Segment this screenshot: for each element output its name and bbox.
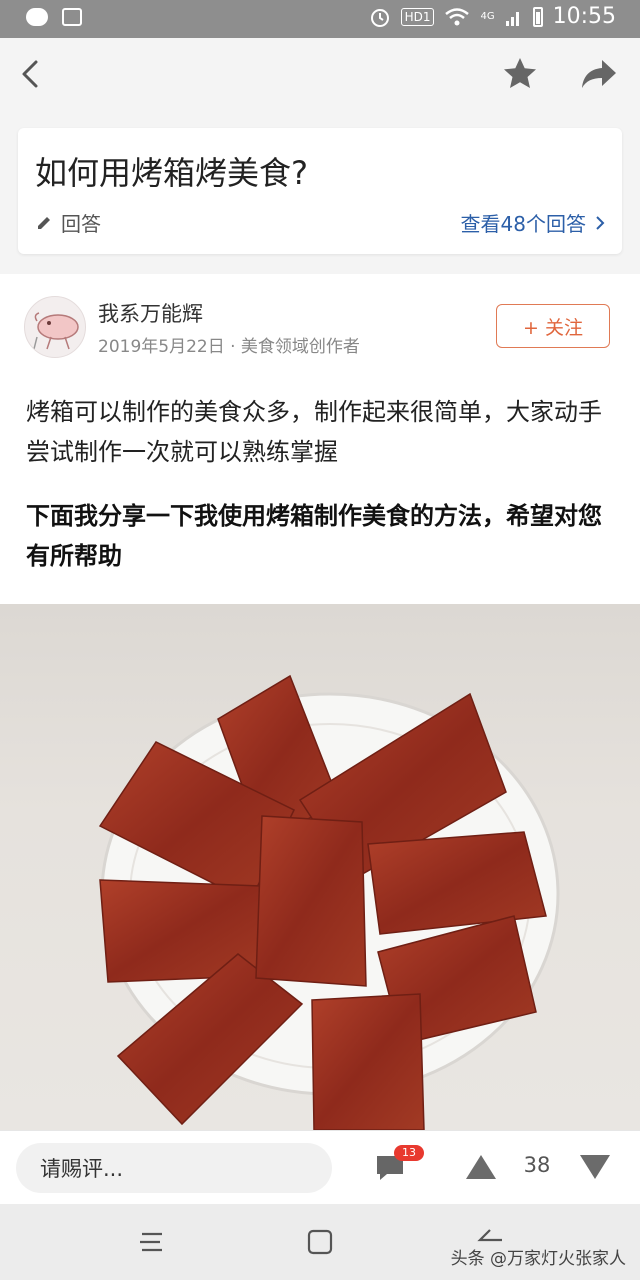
back-arrow-icon[interactable] bbox=[14, 56, 50, 92]
pencil-icon bbox=[38, 216, 50, 229]
system-nav-bar: 头条 @万家灯火张家人 bbox=[0, 1204, 640, 1280]
comment-count-badge: 13 bbox=[394, 1145, 424, 1161]
top-nav bbox=[0, 38, 640, 112]
upvote-triangle-icon[interactable] bbox=[464, 1153, 498, 1181]
comment-input[interactable]: 请赐评... bbox=[16, 1143, 332, 1193]
favorite-star-icon[interactable] bbox=[500, 54, 540, 94]
home-icon[interactable] bbox=[306, 1228, 334, 1256]
question-card[interactable]: 如何用烤箱烤美食? 回答 查看48个回答 bbox=[18, 128, 622, 254]
answer-button[interactable]: 回答 bbox=[35, 208, 101, 237]
food-photo[interactable] bbox=[0, 604, 640, 1130]
answer-label: 回答 bbox=[61, 212, 101, 236]
view-answers-link[interactable]: 查看48个回答 bbox=[461, 208, 606, 237]
clock: 10:55 bbox=[552, 4, 616, 29]
answer-paragraph: 烤箱可以制作的美食众多，制作起来很简单，大家动手尝试制作一次就可以熟练掌握 bbox=[26, 398, 602, 466]
answer-bold-paragraph: 下面我分享一下我使用烤箱制作美食的方法，希望对您有所帮助 bbox=[26, 502, 602, 570]
avatar-image bbox=[32, 312, 79, 354]
share-icon[interactable] bbox=[578, 56, 620, 92]
hd-badge: HD1 bbox=[400, 7, 435, 26]
wechat-icon bbox=[26, 8, 48, 26]
author-name[interactable]: 我系万能辉 bbox=[98, 298, 203, 328]
watermark: 头条 @万家灯火张家人 bbox=[450, 1249, 626, 1269]
jerky-plate-image bbox=[98, 674, 560, 1130]
recent-apps-icon[interactable] bbox=[136, 1230, 166, 1254]
wifi-icon bbox=[445, 7, 470, 25]
question-title: 如何用烤箱烤美食? bbox=[35, 154, 308, 192]
follow-button[interactable]: + 关注 bbox=[496, 304, 610, 348]
comment-bar: 请赐评... 13 38 bbox=[0, 1130, 640, 1205]
downvote-triangle-icon[interactable] bbox=[578, 1153, 612, 1181]
status-bar: HD1 4G 10:55 bbox=[0, 0, 640, 38]
answer-section: 我系万能辉 2019年5月22日 · 美食领域创作者 + 关注 烤箱可以制作的美… bbox=[0, 274, 640, 604]
battery-icon bbox=[532, 6, 543, 27]
signal-icon bbox=[505, 11, 519, 26]
vote-count: 38 bbox=[523, 1153, 551, 1177]
avatar[interactable] bbox=[24, 296, 86, 358]
view-answers-label: 查看48个回答 bbox=[460, 212, 586, 236]
author-meta: 2019年5月22日 · 美食领域创作者 bbox=[98, 337, 360, 357]
alarm-icon bbox=[370, 8, 389, 27]
network-label: 4G bbox=[480, 11, 495, 22]
gallery-icon bbox=[62, 8, 82, 26]
chevron-right-icon bbox=[596, 215, 605, 230]
